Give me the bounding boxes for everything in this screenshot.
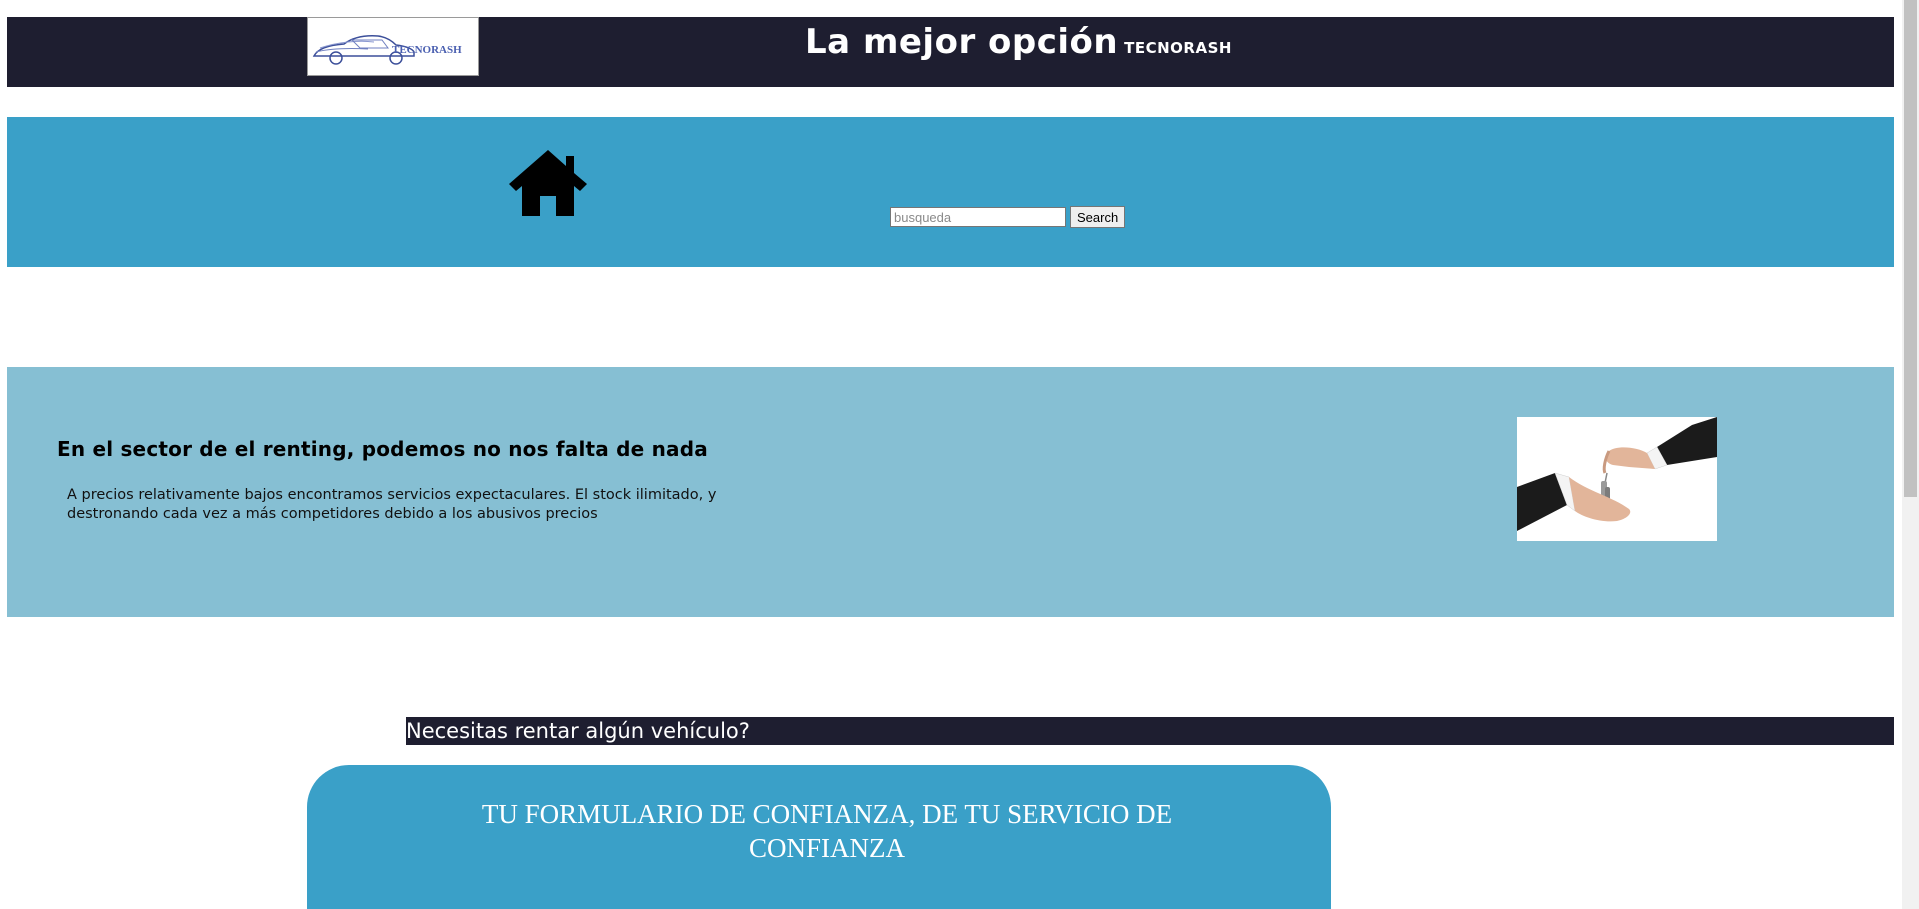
vertical-scrollbar[interactable] [1902, 0, 1919, 909]
site-title-brand: TECNORASH [1124, 39, 1232, 57]
car-logo-icon: TECNORASH [312, 35, 462, 65]
logo-wordmark: TECNORASH [392, 44, 462, 56]
hero-band: En el sector de el renting, podemos no n… [7, 367, 1894, 617]
page: TECNORASH La mejor opción TECNORASH Searc… [0, 0, 1919, 909]
form-card: TU FORMULARIO DE CONFIANZA, DE TU SERVIC… [307, 765, 1331, 909]
rent-banner-text: Necesitas rentar algún vehículo? [406, 719, 750, 743]
nav-band: Search [7, 117, 1894, 267]
home-glyph [509, 150, 587, 216]
home-icon[interactable] [507, 148, 589, 218]
search-form: Search [890, 206, 1126, 228]
form-title: TU FORMULARIO DE CONFIANZA, DE TU SERVIC… [481, 799, 1173, 863]
site-logo[interactable]: TECNORASH [307, 17, 479, 76]
rent-banner: Necesitas rentar algún vehículo? [406, 717, 1894, 745]
hero-heading: En el sector de el renting, podemos no n… [57, 437, 708, 461]
search-button[interactable]: Search [1070, 206, 1126, 228]
top-header: TECNORASH La mejor opción TECNORASH [7, 17, 1894, 87]
scrollbar-thumb[interactable] [1904, 0, 1917, 497]
hero-text: A precios relativamente bajos encontramo… [67, 487, 717, 522]
handing-over-keys-image [1517, 417, 1717, 541]
site-title: La mejor opción TECNORASH [805, 21, 1232, 69]
site-title-main: La mejor opción [805, 22, 1119, 62]
search-input[interactable] [890, 207, 1066, 227]
